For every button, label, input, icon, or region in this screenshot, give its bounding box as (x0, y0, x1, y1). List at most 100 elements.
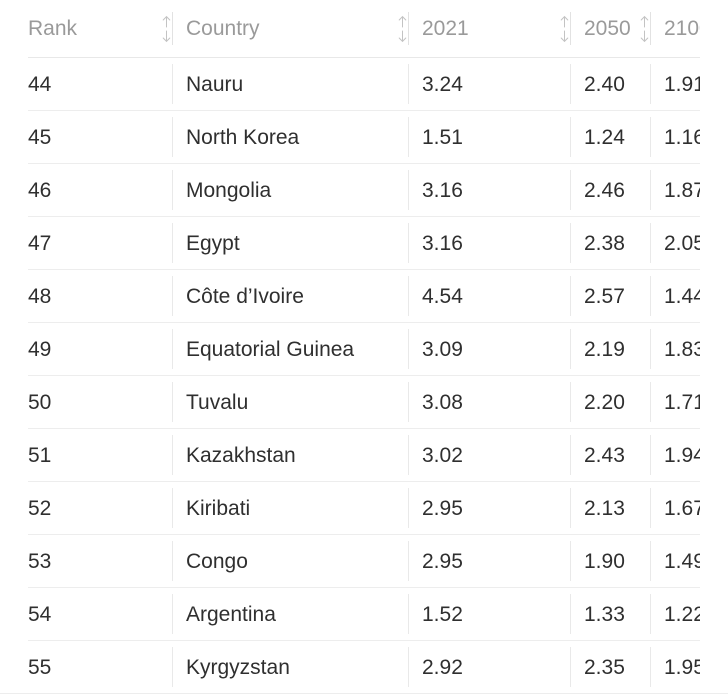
table-cell-value: 2.57 (570, 270, 650, 322)
column-header-country[interactable]: Country (172, 0, 408, 58)
column-divider (408, 382, 409, 422)
table-cell-y2021: 2.95 (408, 482, 570, 535)
table-cell-y2100: 1.71 (650, 376, 728, 429)
table-cell-y2021: 1.51 (408, 111, 570, 164)
table-row[interactable]: 55Kyrgyzstan2.922.351.95 (0, 641, 728, 694)
column-divider (172, 435, 173, 475)
column-divider (172, 541, 173, 581)
column-divider (570, 276, 571, 316)
table-cell-y2050: 2.35 (570, 641, 650, 694)
column-header-2050[interactable]: 2050 (570, 0, 650, 58)
table-cell-y2100: 1.83 (650, 323, 728, 376)
table-cell-y2050: 1.90 (570, 535, 650, 588)
table-cell-rank: 46 (0, 164, 172, 217)
column-divider (172, 594, 173, 634)
column-divider (570, 594, 571, 634)
column-divider (570, 382, 571, 422)
column-divider (172, 276, 173, 316)
table-row[interactable]: 52Kiribati2.952.131.67 (0, 482, 728, 535)
table-cell-y2050: 2.40 (570, 58, 650, 111)
table-cell-value: 2.13 (570, 482, 650, 534)
table-row[interactable]: 49Equatorial Guinea3.092.191.83 (0, 323, 728, 376)
table-cell-y2021: 3.09 (408, 323, 570, 376)
table-cell-value: 3.08 (408, 376, 570, 428)
table-cell-country: Tuvalu (172, 376, 408, 429)
table-cell-value: 2.38 (570, 217, 650, 269)
table-cell-value: Equatorial Guinea (172, 323, 408, 375)
table-cell-value: Mongolia (172, 164, 408, 216)
table-cell-y2100: 1.95 (650, 641, 728, 694)
table-row[interactable]: 54Argentina1.521.331.22 (0, 588, 728, 641)
table-cell-value: 1.24 (570, 111, 650, 163)
sort-arrows-icon[interactable] (639, 14, 650, 44)
table-row[interactable]: 50Tuvalu3.082.201.71 (0, 376, 728, 429)
table-cell-value: Nauru (172, 58, 408, 110)
table-cell-rank: 45 (0, 111, 172, 164)
column-header-rank[interactable]: Rank (0, 0, 172, 58)
column-divider (650, 117, 651, 157)
table-cell-y2050: 2.13 (570, 482, 650, 535)
table-cell-value: 4.54 (408, 270, 570, 322)
column-divider (408, 117, 409, 157)
table-cell-value: 2.46 (570, 164, 650, 216)
table-row[interactable]: 47Egypt3.162.382.05 (0, 217, 728, 270)
column-header-2100[interactable]: 2100 (650, 0, 728, 58)
table-row[interactable]: 48Côte d’Ivoire4.542.571.44 (0, 270, 728, 323)
table-cell-y2100: 1.22 (650, 588, 728, 641)
table-cell-y2050: 1.33 (570, 588, 650, 641)
column-divider (408, 223, 409, 263)
column-divider (650, 435, 651, 475)
table-header-row: Rank (0, 0, 728, 58)
table-cell-rank: 49 (0, 323, 172, 376)
sort-arrows-icon[interactable] (161, 14, 172, 44)
table-cell-y2050: 2.19 (570, 323, 650, 376)
column-header-2021[interactable]: 2021 (408, 0, 570, 58)
table-row[interactable]: 44Nauru3.242.401.91 (0, 58, 728, 111)
sort-arrows-icon[interactable] (397, 14, 408, 44)
table-cell-rank: 53 (0, 535, 172, 588)
column-divider (408, 647, 409, 687)
column-divider (570, 329, 571, 369)
table-cell-value: Tuvalu (172, 376, 408, 428)
column-divider (172, 382, 173, 422)
table-cell-y2050: 2.57 (570, 270, 650, 323)
table-cell-value: Egypt (172, 217, 408, 269)
table-cell-value: 51 (0, 429, 172, 481)
table-cell-value: 1.44 (650, 270, 728, 322)
table-row[interactable]: 45North Korea1.511.241.16 (0, 111, 728, 164)
table-cell-value: 3.16 (408, 217, 570, 269)
table-cell-value: 46 (0, 164, 172, 216)
table-row[interactable]: 51Kazakhstan3.022.431.94 (0, 429, 728, 482)
table-cell-value: 3.16 (408, 164, 570, 216)
table-cell-rank: 54 (0, 588, 172, 641)
table-cell-y2050: 2.43 (570, 429, 650, 482)
table-cell-rank: 47 (0, 217, 172, 270)
column-divider (408, 276, 409, 316)
table-cell-value: 2.95 (408, 535, 570, 587)
table-row[interactable]: 53Congo2.951.901.49 (0, 535, 728, 588)
table-cell-y2021: 3.02 (408, 429, 570, 482)
table-cell-value: 1.87 (650, 164, 728, 216)
table-row[interactable]: 46Mongolia3.162.461.87 (0, 164, 728, 217)
table-cell-value: 1.51 (408, 111, 570, 163)
column-divider (650, 594, 651, 634)
table-cell-value: Argentina (172, 588, 408, 640)
table-cell-value: 1.91 (650, 58, 728, 110)
column-divider (650, 170, 651, 210)
table-cell-y2021: 4.54 (408, 270, 570, 323)
column-divider (570, 223, 571, 263)
column-divider (408, 12, 409, 45)
table-cell-value: Kyrgyzstan (172, 641, 408, 693)
column-header-2100-label: 2100 (650, 18, 711, 39)
table-cell-y2100: 1.67 (650, 482, 728, 535)
sort-arrows-icon[interactable] (559, 14, 570, 44)
column-header-rank-label: Rank (0, 18, 77, 39)
column-divider (650, 329, 651, 369)
table-cell-value: 3.09 (408, 323, 570, 375)
column-divider (650, 541, 651, 581)
table-cell-value: 1.16 (650, 111, 728, 163)
column-divider (650, 12, 651, 45)
table-cell-value: 45 (0, 111, 172, 163)
column-divider (408, 64, 409, 104)
table-cell-value: 2.19 (570, 323, 650, 375)
